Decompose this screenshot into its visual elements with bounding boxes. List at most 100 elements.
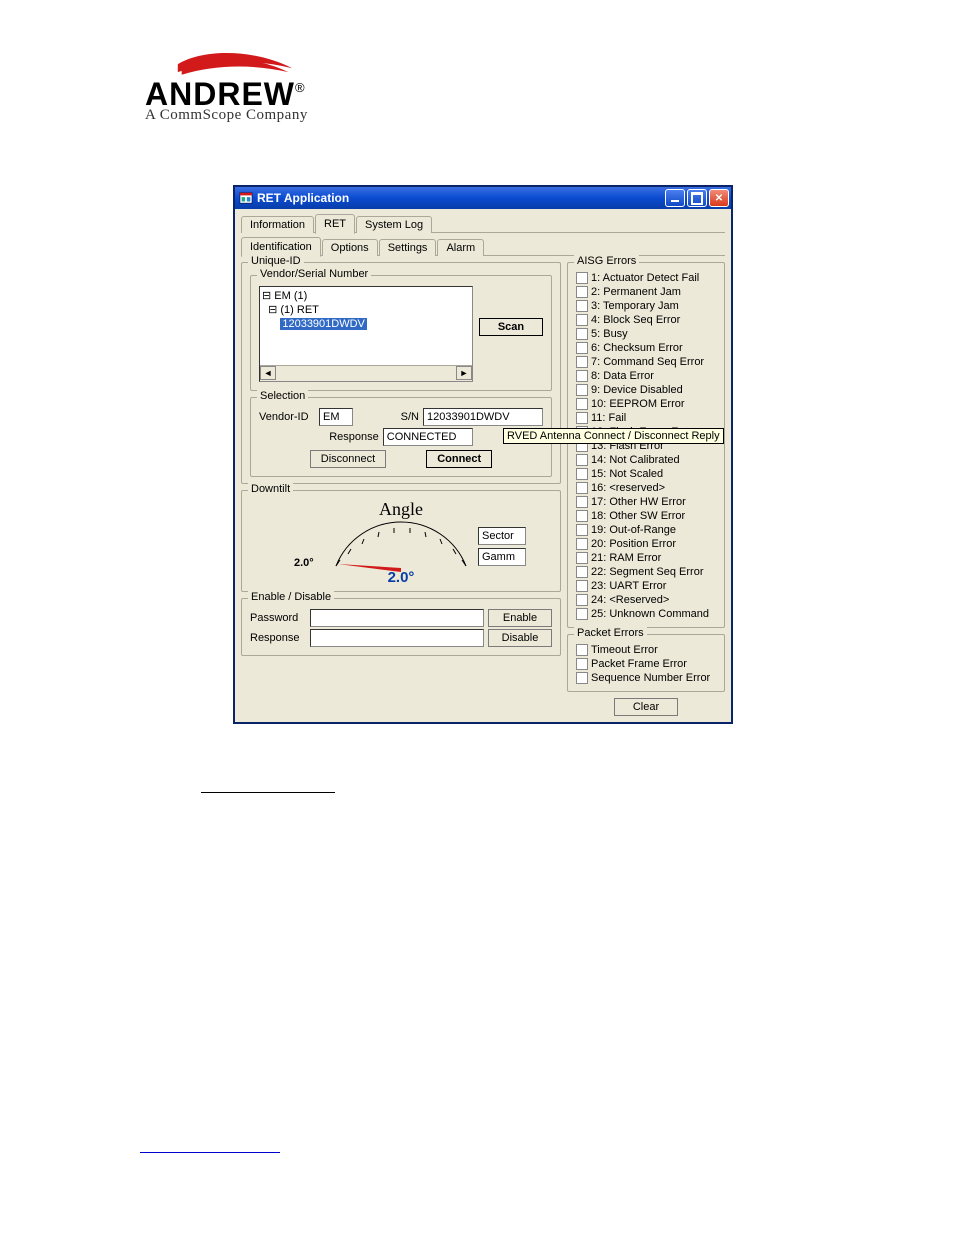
password-input[interactable] bbox=[310, 609, 484, 627]
aisg-error-checkbox[interactable] bbox=[576, 370, 588, 382]
aisg-error-item: 14: Not Calibrated bbox=[576, 453, 716, 467]
disable-button[interactable]: Disable bbox=[488, 629, 552, 647]
aisg-error-checkbox[interactable] bbox=[576, 552, 588, 564]
aisg-error-label: 18: Other SW Error bbox=[591, 510, 685, 522]
aisg-error-label: 20: Position Error bbox=[591, 538, 676, 550]
sector-input[interactable] bbox=[478, 527, 526, 545]
aisg-error-item: 17: Other HW Error bbox=[576, 495, 716, 509]
aisg-error-checkbox[interactable] bbox=[576, 496, 588, 508]
aisg-error-checkbox[interactable] bbox=[576, 566, 588, 578]
group-downtilt: Downtilt Angle bbox=[241, 490, 561, 592]
maximize-button[interactable] bbox=[687, 189, 707, 207]
aisg-error-label: 14: Not Calibrated bbox=[591, 454, 680, 466]
group-unique-id: Unique-ID Vendor/Serial Number ⊟ EM (1) … bbox=[241, 262, 561, 484]
aisg-error-item: 25: Unknown Command bbox=[576, 607, 716, 621]
aisg-error-item: 6: Checksum Error bbox=[576, 341, 716, 355]
aisg-error-checkbox[interactable] bbox=[576, 468, 588, 480]
top-tabs: Information RET System Log bbox=[241, 213, 725, 233]
aisg-error-checkbox[interactable] bbox=[576, 538, 588, 550]
minimize-button[interactable] bbox=[665, 189, 685, 207]
aisg-error-label: 8: Data Error bbox=[591, 370, 654, 382]
aisg-error-label: 17: Other HW Error bbox=[591, 496, 686, 508]
aisg-error-item: 19: Out-of-Range bbox=[576, 523, 716, 537]
device-tree[interactable]: ⊟ EM (1) ⊟ (1) RET 12033901DWDV ◄ ► bbox=[259, 286, 473, 382]
response-value bbox=[383, 428, 473, 446]
aisg-error-checkbox[interactable] bbox=[576, 524, 588, 536]
aisg-error-item: 3: Temporary Jam bbox=[576, 299, 716, 313]
aisg-error-checkbox[interactable] bbox=[576, 412, 588, 424]
packet-error-item: Packet Frame Error bbox=[576, 657, 716, 671]
tab-system-log[interactable]: System Log bbox=[356, 216, 432, 233]
aisg-error-label: 5: Busy bbox=[591, 328, 628, 340]
subtab-options[interactable]: Options bbox=[322, 239, 378, 256]
unique-id-title: Unique-ID bbox=[248, 255, 304, 267]
aisg-error-checkbox[interactable] bbox=[576, 300, 588, 312]
aisg-error-checkbox[interactable] bbox=[576, 454, 588, 466]
aisg-error-item: 7: Command Seq Error bbox=[576, 355, 716, 369]
packet-error-label: Timeout Error bbox=[591, 644, 658, 656]
sn-input[interactable] bbox=[423, 408, 543, 426]
scroll-left-icon[interactable]: ◄ bbox=[260, 366, 276, 380]
subtab-identification[interactable]: Identification bbox=[241, 237, 321, 257]
packet-error-checkbox[interactable] bbox=[576, 644, 588, 656]
connect-tooltip: RVED Antenna Connect / Disconnect Reply bbox=[503, 428, 724, 444]
aisg-error-item: 11: Fail bbox=[576, 411, 716, 425]
aisg-error-checkbox[interactable] bbox=[576, 510, 588, 522]
registered-mark: ® bbox=[295, 80, 305, 95]
packet-error-checkbox[interactable] bbox=[576, 658, 588, 670]
aisg-error-label: 1: Actuator Detect Fail bbox=[591, 272, 699, 284]
aisg-error-label: 6: Checksum Error bbox=[591, 342, 683, 354]
aisg-error-checkbox[interactable] bbox=[576, 314, 588, 326]
aisg-error-item: 24: <Reserved> bbox=[576, 593, 716, 607]
tree-hscrollbar[interactable]: ◄ ► bbox=[260, 365, 472, 381]
scan-button[interactable]: Scan bbox=[479, 318, 543, 336]
aisg-error-label: 24: <Reserved> bbox=[591, 594, 669, 606]
aisg-error-label: 3: Temporary Jam bbox=[591, 300, 679, 312]
enable-button[interactable]: Enable bbox=[488, 609, 552, 627]
aisg-error-item: 9: Device Disabled bbox=[576, 383, 716, 397]
aisg-error-label: 21: RAM Error bbox=[591, 552, 661, 564]
tree-node-ret[interactable]: (1) RET bbox=[280, 304, 319, 316]
aisg-error-label: 4: Block Seq Error bbox=[591, 314, 680, 326]
tab-ret[interactable]: RET bbox=[315, 214, 355, 234]
aisg-error-item: 8: Data Error bbox=[576, 369, 716, 383]
disconnect-button[interactable]: Disconnect bbox=[310, 450, 386, 468]
aisg-error-label: 10: EEPROM Error bbox=[591, 398, 685, 410]
aisg-error-label: 19: Out-of-Range bbox=[591, 524, 676, 536]
aisg-error-checkbox[interactable] bbox=[576, 384, 588, 396]
titlebar[interactable]: RET Application bbox=[235, 187, 731, 209]
aisg-error-checkbox[interactable] bbox=[576, 328, 588, 340]
aisg-error-label: 15: Not Scaled bbox=[591, 468, 663, 480]
app-window: RET Application Information RET System L… bbox=[234, 186, 732, 723]
vendor-id-input[interactable] bbox=[319, 408, 353, 426]
aisg-error-checkbox[interactable] bbox=[576, 286, 588, 298]
close-button[interactable] bbox=[709, 189, 729, 207]
aisg-error-checkbox[interactable] bbox=[576, 272, 588, 284]
aisg-error-checkbox[interactable] bbox=[576, 580, 588, 592]
tree-node-serial[interactable]: 12033901DWDV bbox=[280, 318, 367, 330]
logo-swoosh: ANDREW® bbox=[145, 50, 375, 105]
scroll-right-icon[interactable]: ► bbox=[456, 366, 472, 380]
gamm-input[interactable] bbox=[478, 548, 526, 566]
packet-error-item: Timeout Error bbox=[576, 643, 716, 657]
packet-error-checkbox[interactable] bbox=[576, 672, 588, 684]
vendor-id-label: Vendor-ID bbox=[259, 411, 315, 423]
tree-node-em[interactable]: EM (1) bbox=[274, 290, 307, 302]
tab-information[interactable]: Information bbox=[241, 216, 314, 233]
aisg-error-item: 16: <reserved> bbox=[576, 481, 716, 495]
aisg-error-label: 2: Permanent Jam bbox=[591, 286, 681, 298]
clear-button[interactable]: Clear bbox=[614, 698, 678, 716]
subtab-settings[interactable]: Settings bbox=[379, 239, 437, 256]
aisg-error-label: 7: Command Seq Error bbox=[591, 356, 704, 368]
aisg-error-checkbox[interactable] bbox=[576, 482, 588, 494]
aisg-error-checkbox[interactable] bbox=[576, 398, 588, 410]
packet-error-label: Packet Frame Error bbox=[591, 658, 687, 670]
aisg-error-checkbox[interactable] bbox=[576, 342, 588, 354]
aisg-error-checkbox[interactable] bbox=[576, 608, 588, 620]
aisg-error-checkbox[interactable] bbox=[576, 594, 588, 606]
connect-button[interactable]: Connect bbox=[426, 450, 492, 468]
subtab-alarm[interactable]: Alarm bbox=[437, 239, 484, 256]
enable-disable-title: Enable / Disable bbox=[248, 591, 334, 603]
aisg-error-item: 18: Other SW Error bbox=[576, 509, 716, 523]
aisg-error-checkbox[interactable] bbox=[576, 356, 588, 368]
